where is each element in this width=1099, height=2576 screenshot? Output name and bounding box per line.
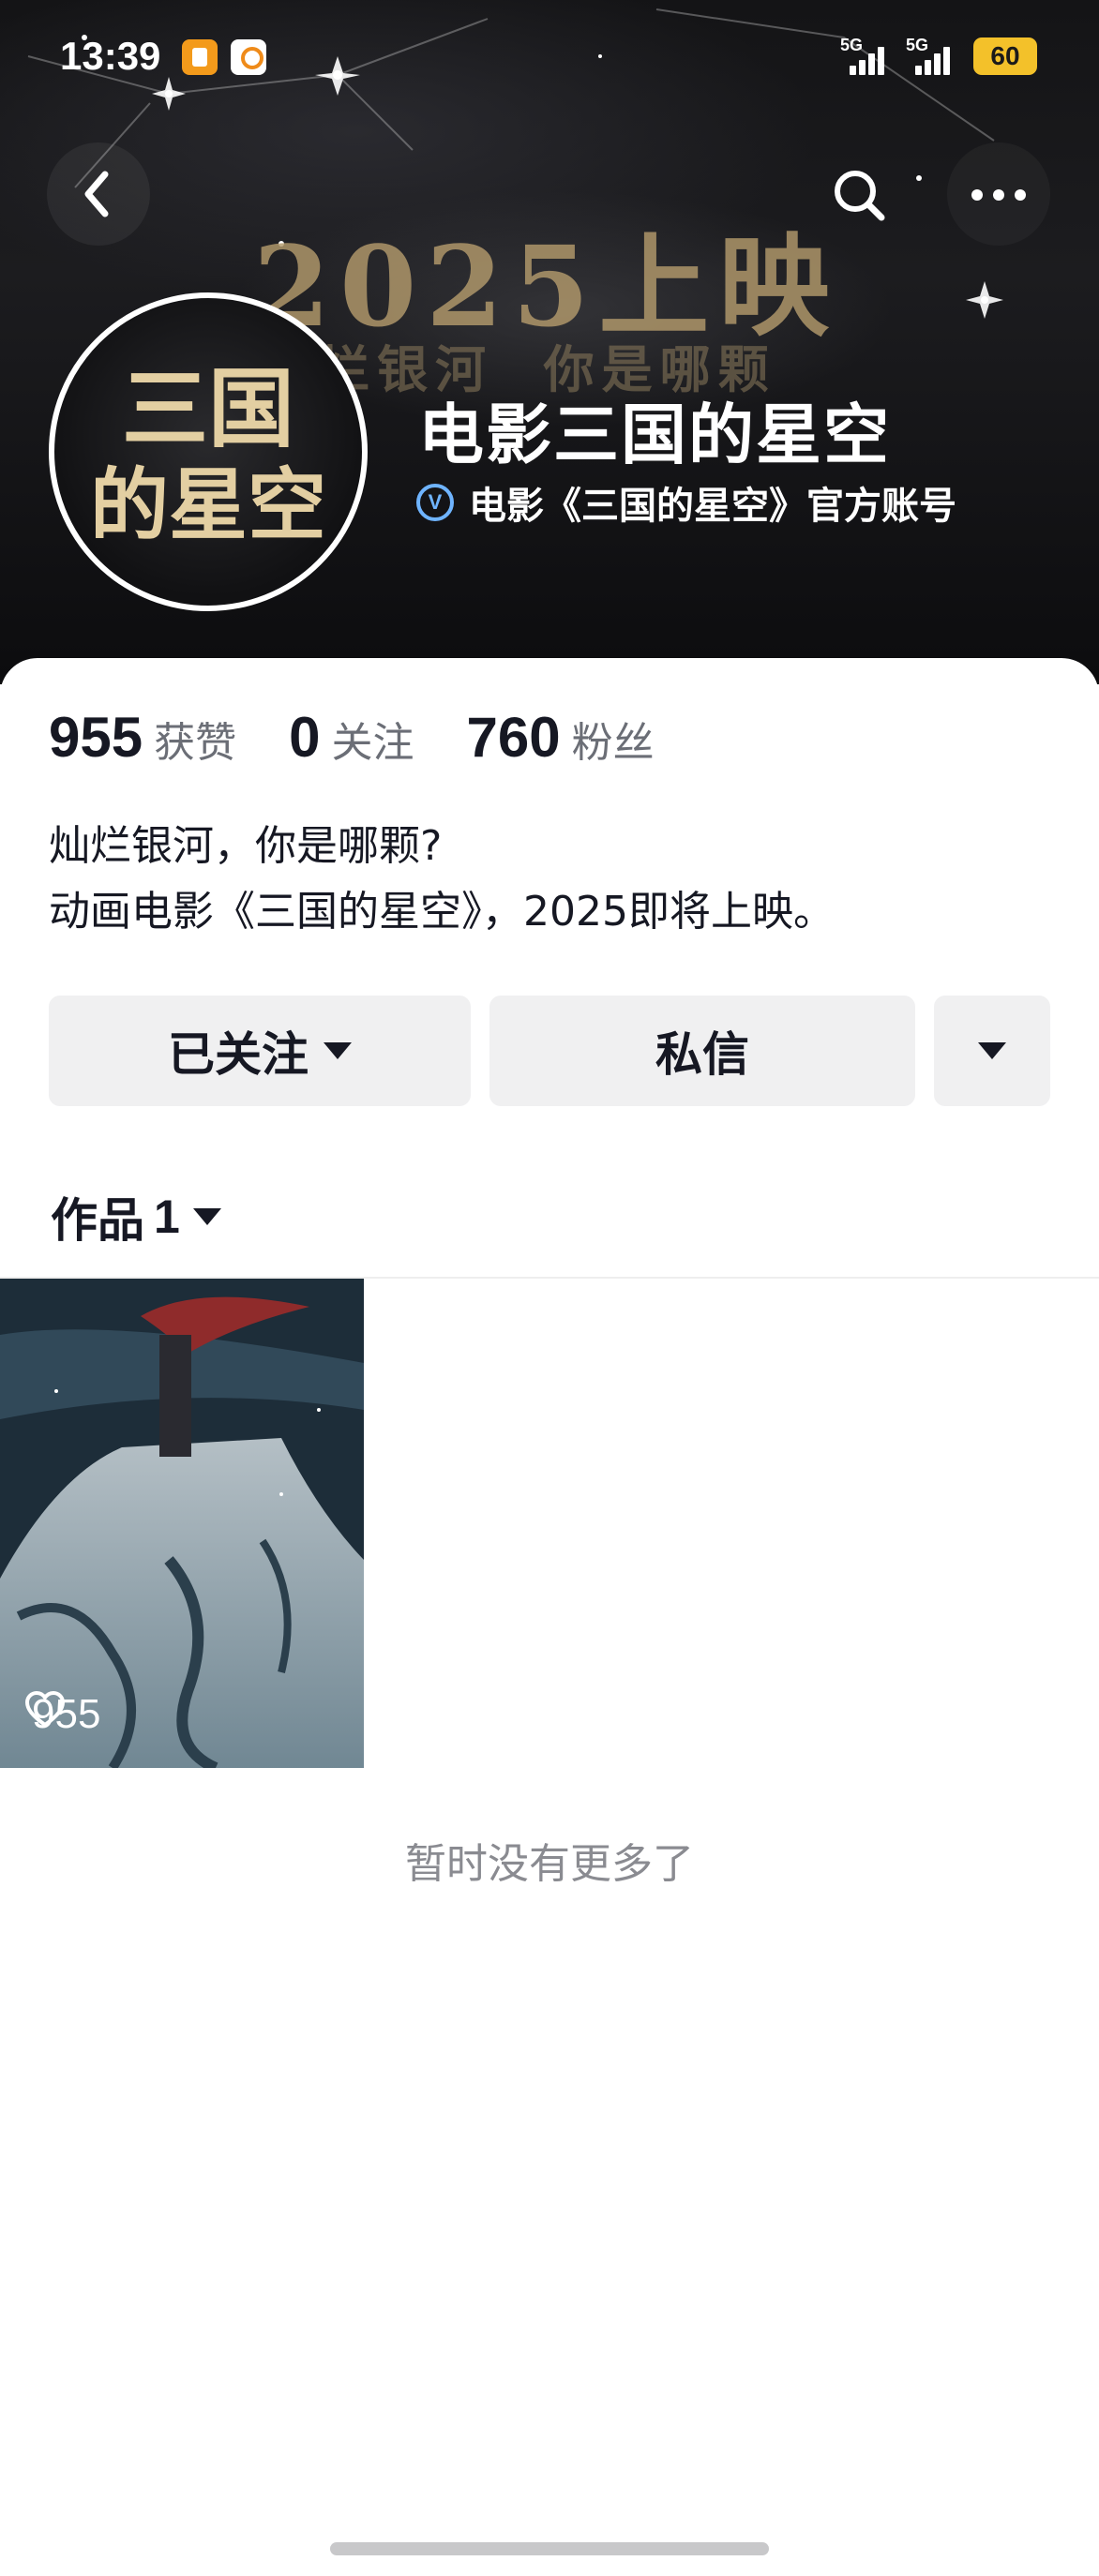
caret-down-icon: [192, 1208, 221, 1225]
bio-line-1: 灿烂银河，你是哪颗?: [49, 822, 443, 870]
stat-following-label: 关注: [331, 719, 414, 767]
svg-text:三国: 三国: [122, 358, 294, 459]
bio-line-2: 动画电影《三国的星空》，2025即将上映。: [49, 888, 835, 936]
profile-stats: 955 获赞 0 关注 760 粉丝: [49, 705, 707, 770]
chevron-left-icon: [84, 171, 109, 217]
stat-followers-value: 760: [466, 706, 561, 769]
search-button[interactable]: [806, 142, 910, 246]
notification-app-icon-2: [231, 39, 266, 75]
caret-down-icon: [324, 1042, 352, 1059]
status-bar: 13:39 5G 5G 60: [0, 0, 1099, 112]
stat-following[interactable]: 0 关注: [289, 705, 414, 770]
avatar[interactable]: 三国 的星空: [49, 292, 368, 611]
verified-description: 电影《三国的星空》官方账号: [469, 485, 956, 528]
stat-likes[interactable]: 955 获赞: [49, 705, 236, 770]
video-thumbnail[interactable]: 955: [0, 1279, 364, 1768]
works-tab-label: 作品: [51, 1193, 144, 1248]
more-actions-button[interactable]: [934, 996, 1050, 1106]
profile-name: 电影三国的星空: [418, 397, 891, 473]
avatar-logo: 三国 的星空: [90, 358, 326, 551]
message-button-label: 私信: [655, 1027, 749, 1082]
stat-followers[interactable]: 760 粉丝: [466, 705, 654, 770]
battery-indicator: 60: [973, 37, 1037, 75]
profile-card: 955 获赞 0 关注 760 粉丝 灿烂银河，你是哪颗? 动画电影《三国的星空…: [0, 658, 1099, 2576]
heart-icon: [24, 1691, 66, 1728]
caret-down-icon: [978, 1042, 1006, 1059]
more-options-button[interactable]: [947, 142, 1050, 246]
stat-likes-label: 获赞: [154, 719, 237, 767]
search-icon: [835, 171, 885, 221]
profile-bio: 灿烂银河，你是哪颗? 动画电影《三国的星空》，2025即将上映。: [49, 814, 835, 945]
no-more-content-text: 暂时没有更多了: [405, 1840, 694, 1888]
works-count: 1: [154, 1191, 180, 1243]
followed-button-label: 已关注: [168, 1027, 309, 1082]
verification-row: V 电影《三国的星空》官方账号: [416, 476, 956, 529]
stat-following-value: 0: [289, 706, 321, 769]
video-likes: 955: [24, 1691, 100, 1738]
verified-badge-icon: V: [416, 484, 454, 521]
notification-app-icon: [182, 39, 218, 75]
svg-text:的星空: 的星空: [90, 458, 326, 551]
home-indicator[interactable]: [330, 2542, 769, 2555]
followed-button[interactable]: 已关注: [49, 996, 471, 1106]
back-button[interactable]: [47, 142, 150, 246]
message-button[interactable]: 私信: [489, 996, 915, 1106]
stat-followers-label: 粉丝: [571, 719, 655, 767]
sim1-signal-icon: [850, 45, 893, 75]
more-dots-icon: [971, 189, 1026, 201]
status-time: 13:39: [60, 34, 161, 78]
tab-works[interactable]: 作品 1: [51, 1183, 221, 1251]
stat-likes-value: 955: [49, 706, 143, 769]
sim2-signal-icon: [915, 45, 958, 75]
